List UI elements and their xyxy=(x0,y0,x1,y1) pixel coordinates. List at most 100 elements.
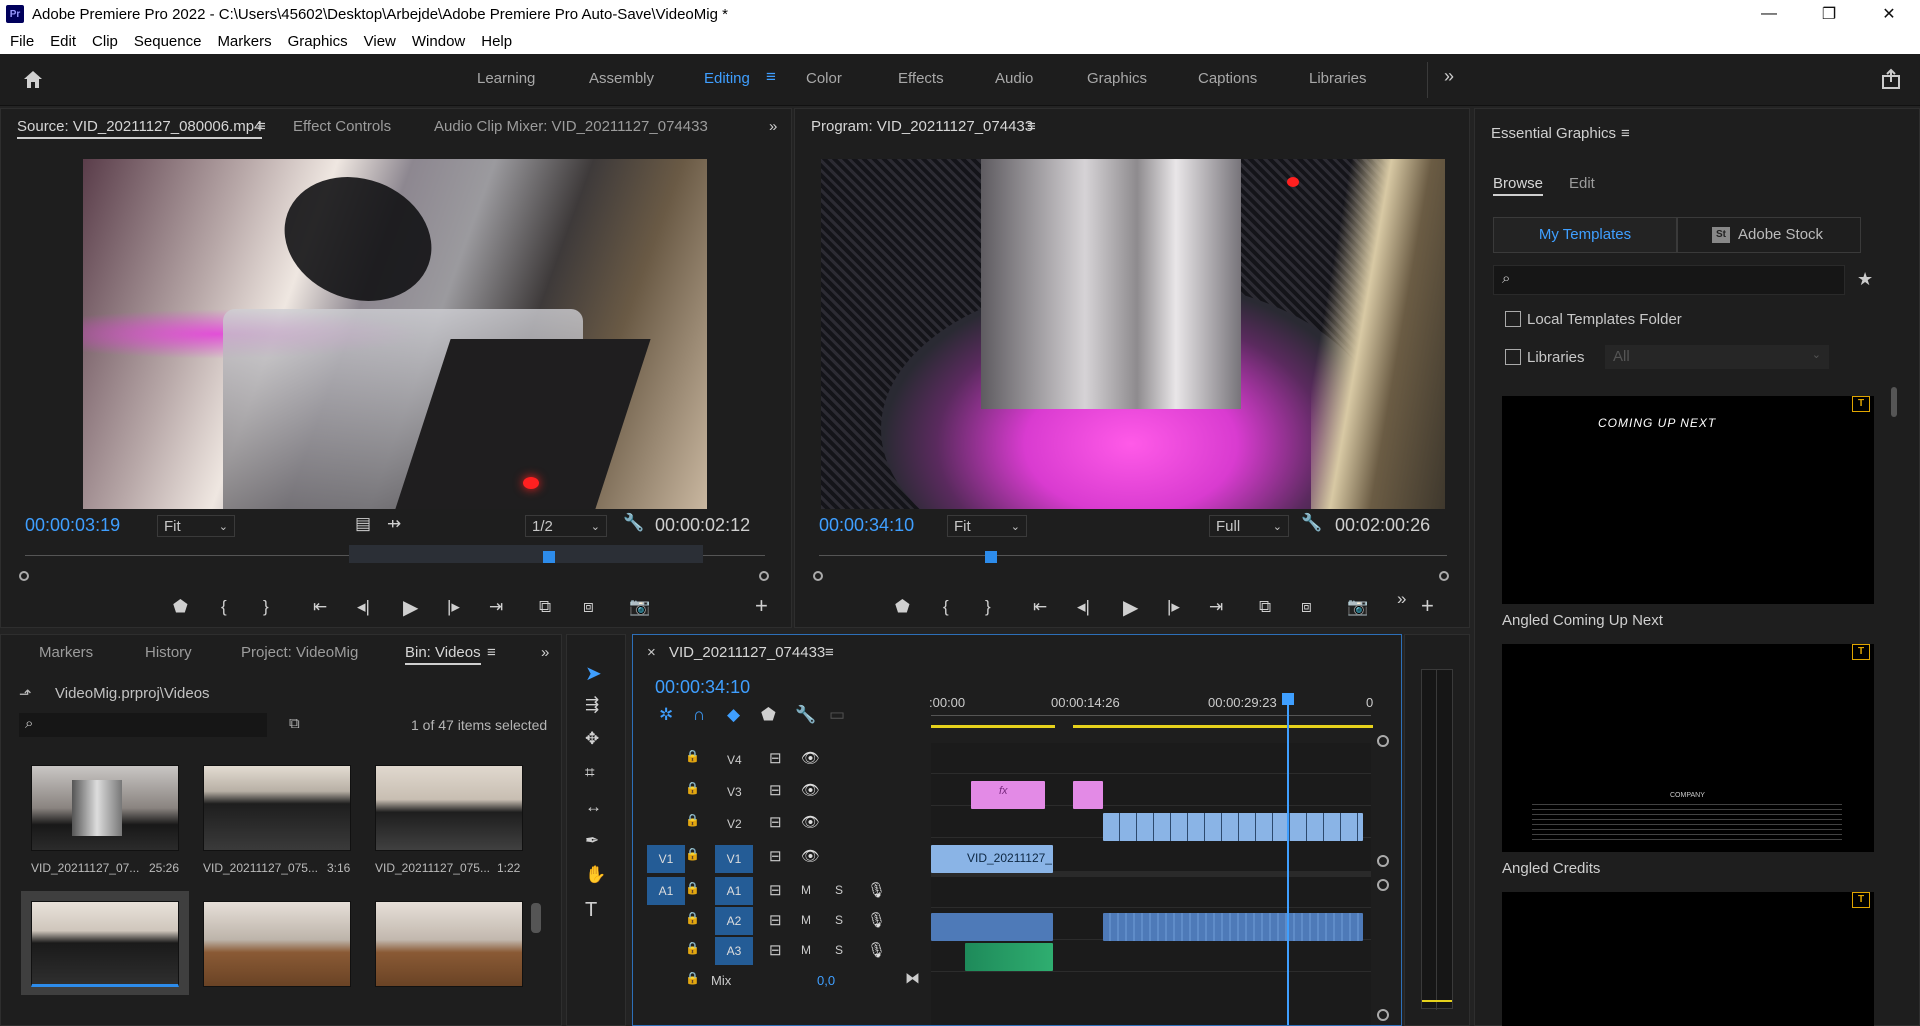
program-timecode[interactable]: 00:00:34:10 xyxy=(819,515,914,536)
workspace-assembly[interactable]: Assembly xyxy=(589,70,654,87)
workspace-editing[interactable]: Editing xyxy=(704,70,750,87)
menu-graphics[interactable]: Graphics xyxy=(280,33,356,50)
template-card-credits[interactable]: COMPANY xyxy=(1502,644,1874,852)
sync-lock-icon[interactable]: ⊟ xyxy=(769,813,782,831)
menu-view[interactable]: View xyxy=(356,33,404,50)
button-editor-icon[interactable]: + xyxy=(1421,593,1434,619)
bin-search-input[interactable]: ⌕ xyxy=(19,713,267,737)
source-zoom-end-handle[interactable] xyxy=(759,571,769,581)
program-zoom-end-handle[interactable] xyxy=(1439,571,1449,581)
linked-selection-icon[interactable]: ∩ xyxy=(693,705,705,725)
menu-sequence[interactable]: Sequence xyxy=(126,33,210,50)
source-patch-a1[interactable]: A1 xyxy=(647,877,685,905)
essential-graphics-menu-icon[interactable]: ≡ xyxy=(1621,125,1630,142)
workspace-audio[interactable]: Audio xyxy=(995,70,1033,87)
tab-source[interactable]: Source: VID_20211127_080006.mp4 xyxy=(17,118,263,139)
adobe-stock-tab[interactable]: St Adobe Stock xyxy=(1677,217,1861,253)
local-templates-checkbox[interactable] xyxy=(1505,311,1521,327)
menu-help[interactable]: Help xyxy=(473,33,520,50)
go-to-in-icon[interactable]: ⇤ xyxy=(313,597,327,617)
mark-out-icon[interactable]: } xyxy=(263,597,269,617)
eye-icon[interactable]: 👁 xyxy=(801,781,820,799)
add-marker-icon[interactable]: ⬟ xyxy=(895,597,910,617)
video-clip[interactable] xyxy=(1103,813,1363,841)
tab-history[interactable]: History xyxy=(145,644,192,661)
tab-project[interactable]: Project: VideoMig xyxy=(241,644,358,661)
tab-edit[interactable]: Edit xyxy=(1569,175,1595,192)
sync-lock-icon[interactable]: ⊟ xyxy=(769,941,782,959)
home-icon[interactable] xyxy=(22,68,44,90)
panel-overflow-icon[interactable]: » xyxy=(541,644,549,661)
voiceover-mic-icon[interactable]: 🎙 xyxy=(867,881,886,899)
export-frame-icon[interactable]: 📷 xyxy=(629,597,650,617)
step-back-icon[interactable]: ◂| xyxy=(357,597,370,617)
slip-tool-icon[interactable]: ↔ xyxy=(585,797,602,817)
bin-thumbnail[interactable] xyxy=(203,901,351,987)
track-zoom-handle[interactable] xyxy=(1377,1009,1389,1021)
lock-icon[interactable]: 🔒 xyxy=(685,971,700,985)
timeline-playhead-handle[interactable] xyxy=(1282,693,1294,705)
captions-icon[interactable]: ▭ xyxy=(829,705,845,725)
favorite-star-icon[interactable]: ★ xyxy=(1857,269,1873,290)
mark-in-icon[interactable]: { xyxy=(221,597,227,617)
sequence-tab[interactable]: VID_20211127_074433 xyxy=(669,644,825,661)
lock-icon[interactable]: 🔒 xyxy=(685,941,700,955)
audio-clip[interactable] xyxy=(965,943,1053,971)
solo-button[interactable]: S xyxy=(835,943,843,957)
source-resolution-dropdown[interactable]: 1/2 ⌄ xyxy=(525,515,607,537)
bin-thumbnail[interactable] xyxy=(203,765,351,851)
video-clip[interactable] xyxy=(1073,781,1103,809)
sync-lock-icon[interactable]: ⊟ xyxy=(769,847,782,865)
menu-window[interactable]: Window xyxy=(404,33,473,50)
go-to-out-icon[interactable]: ⇥ xyxy=(489,597,503,617)
eye-icon[interactable]: 👁 xyxy=(801,847,820,865)
close-sequence-icon[interactable]: × xyxy=(647,644,656,661)
template-card-3[interactable] xyxy=(1502,892,1874,1026)
share-icon[interactable] xyxy=(1880,68,1902,90)
timeline-timecode[interactable]: 00:00:34:10 xyxy=(655,677,750,698)
timeline-settings-icon[interactable]: 🔧 xyxy=(795,705,816,725)
source-patch-v1[interactable]: V1 xyxy=(647,845,685,873)
tab-bin-videos[interactable]: Bin: Videos xyxy=(405,644,481,665)
minimize-button[interactable]: — xyxy=(1740,0,1798,28)
track-area[interactable]: fx VID_20211127_ xyxy=(931,693,1371,1025)
workspace-effects[interactable]: Effects xyxy=(898,70,944,87)
workspace-libraries[interactable]: Libraries xyxy=(1309,70,1367,87)
program-scrub-track[interactable] xyxy=(819,555,1447,556)
templates-scrollbar[interactable] xyxy=(1891,387,1897,417)
go-to-in-icon[interactable]: ⇤ xyxy=(1033,597,1047,617)
razor-tool-icon[interactable]: ⌗ xyxy=(585,763,595,783)
workspace-learning[interactable]: Learning xyxy=(477,70,535,87)
add-marker-icon[interactable]: ⬟ xyxy=(173,597,188,617)
tab-effect-controls[interactable]: Effect Controls xyxy=(293,118,391,135)
go-to-out-icon[interactable]: ⇥ xyxy=(1209,597,1223,617)
my-templates-tab[interactable]: My Templates xyxy=(1493,217,1677,253)
menu-edit[interactable]: Edit xyxy=(42,33,84,50)
libraries-checkbox[interactable] xyxy=(1505,349,1521,365)
menu-markers[interactable]: Markers xyxy=(209,33,279,50)
sync-lock-icon[interactable]: ⊟ xyxy=(769,911,782,929)
bin-thumbnail[interactable] xyxy=(31,765,179,851)
eye-icon[interactable]: 👁 xyxy=(801,813,820,831)
voiceover-mic-icon[interactable]: 🎙 xyxy=(867,911,886,929)
timeline-playhead[interactable] xyxy=(1287,699,1289,1025)
libraries-dropdown[interactable]: All ⌄ xyxy=(1605,345,1829,369)
bin-thumbnail[interactable] xyxy=(375,765,523,851)
overflow-chevron-icon[interactable]: » xyxy=(1397,589,1406,609)
panel-overflow-icon[interactable]: » xyxy=(769,118,777,135)
solo-button[interactable]: S xyxy=(835,883,843,897)
track-select-tool-icon[interactable]: ⇶ xyxy=(585,695,599,715)
sequence-menu-icon[interactable]: ≡ xyxy=(825,644,834,661)
source-menu-icon[interactable]: ≡ xyxy=(257,118,266,135)
source-video-frame[interactable] xyxy=(83,159,707,509)
mix-value[interactable]: 0,0 xyxy=(817,973,835,988)
workspace-color[interactable]: Color xyxy=(806,70,842,87)
sync-lock-icon[interactable]: ⊟ xyxy=(769,749,782,767)
source-playhead[interactable] xyxy=(543,551,555,563)
track-label-a2[interactable]: A2 xyxy=(715,907,753,935)
lock-icon[interactable]: 🔒 xyxy=(685,847,700,861)
wrench-icon[interactable]: 🔧 xyxy=(1301,513,1322,533)
mute-button[interactable]: M xyxy=(801,913,811,927)
mute-button[interactable]: M xyxy=(801,883,811,897)
source-zoom-start-handle[interactable] xyxy=(19,571,29,581)
